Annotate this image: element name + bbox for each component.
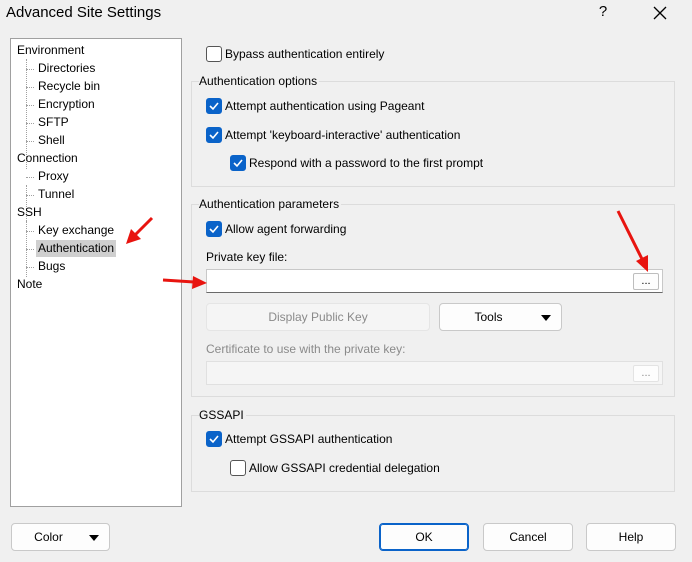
- checkmark-icon: [209, 435, 219, 444]
- window-title: Advanced Site Settings: [6, 4, 162, 21]
- agent-forwarding-label: Allow agent forwarding: [225, 222, 347, 236]
- tree-item-recycle-bin[interactable]: Recycle bin: [36, 78, 102, 95]
- close-icon: [653, 6, 667, 20]
- close-button[interactable]: [648, 2, 672, 24]
- tree-item-connection[interactable]: Connection: [17, 150, 78, 167]
- auth-options-title: Authentication options: [199, 73, 320, 89]
- bypass-auth-checkbox[interactable]: [206, 46, 222, 62]
- color-dropdown-button[interactable]: Color: [11, 523, 110, 551]
- help-label: Help: [618, 530, 644, 544]
- certificate-input: [206, 361, 663, 385]
- respond-password-label: Respond with a password to the first pro…: [249, 156, 484, 170]
- tree-item-encryption[interactable]: Encryption: [36, 96, 97, 113]
- tree-connector: [26, 105, 34, 106]
- tree-connector: [26, 141, 34, 142]
- tree-connector: [26, 231, 34, 232]
- tree-item-ssh[interactable]: SSH: [17, 204, 42, 221]
- gssapi-group: [191, 415, 675, 492]
- help-title-button[interactable]: ?: [592, 3, 614, 23]
- gssapi-attempt-label: Attempt GSSAPI authentication: [225, 432, 393, 446]
- checkmark-icon: [209, 131, 219, 140]
- auth-params-title: Authentication parameters: [199, 196, 342, 212]
- tree-item-directories[interactable]: Directories: [36, 60, 97, 77]
- tools-dropdown-button[interactable]: Tools: [439, 303, 562, 331]
- private-key-label: Private key file:: [206, 250, 288, 264]
- gssapi-delegation-checkbox[interactable]: [230, 460, 246, 476]
- private-key-browse-button[interactable]: ...: [633, 273, 659, 290]
- tree-item-sftp[interactable]: SFTP: [36, 114, 71, 131]
- private-key-input[interactable]: [206, 269, 663, 293]
- title-bar: Advanced Site Settings ?: [0, 0, 692, 26]
- ok-button[interactable]: OK: [379, 523, 469, 551]
- chevron-down-icon: [541, 315, 551, 321]
- keyboard-interactive-checkbox[interactable]: [206, 127, 222, 143]
- certificate-label: Certificate to use with the private key:: [206, 342, 406, 356]
- pageant-checkbox[interactable]: [206, 98, 222, 114]
- certificate-browse-button: ...: [633, 365, 659, 382]
- settings-tree[interactable]: Environment Directories Recycle bin Encr…: [10, 38, 182, 507]
- checkmark-icon: [209, 225, 219, 234]
- tree-connector: [26, 177, 34, 178]
- tree-item-proxy[interactable]: Proxy: [36, 168, 71, 185]
- tree-item-authentication[interactable]: Authentication: [36, 240, 117, 257]
- tree-item-environment[interactable]: Environment: [17, 42, 84, 59]
- tree-connector: [26, 267, 34, 268]
- tree-item-shell[interactable]: Shell: [36, 132, 67, 149]
- tree-connector: [26, 249, 34, 250]
- checkmark-icon: [209, 102, 219, 111]
- display-public-key-label: Display Public Key: [268, 310, 368, 324]
- color-label: Color: [34, 530, 63, 544]
- tree-connector: [26, 69, 34, 70]
- tree-item-note[interactable]: Note: [17, 276, 42, 293]
- gssapi-delegation-label: Allow GSSAPI credential delegation: [249, 461, 440, 475]
- cancel-label: Cancel: [509, 530, 547, 544]
- checkmark-icon: [233, 159, 243, 168]
- tree-item-key-exchange[interactable]: Key exchange: [36, 222, 116, 239]
- bypass-auth-label: Bypass authentication entirely: [225, 47, 385, 61]
- help-button[interactable]: Help: [586, 523, 676, 551]
- gssapi-attempt-checkbox[interactable]: [206, 431, 222, 447]
- keyboard-interactive-label: Attempt 'keyboard-interactive' authentic…: [225, 128, 461, 142]
- tree-connector: [26, 123, 34, 124]
- gssapi-title: GSSAPI: [199, 407, 246, 423]
- tree-item-bugs[interactable]: Bugs: [36, 258, 67, 275]
- respond-password-checkbox[interactable]: [230, 155, 246, 171]
- cancel-button[interactable]: Cancel: [483, 523, 573, 551]
- display-public-key-button: Display Public Key: [206, 303, 430, 331]
- tree-connector: [26, 87, 34, 88]
- tree-connector: [26, 195, 34, 196]
- pageant-label: Attempt authentication using Pageant: [225, 99, 425, 113]
- tree-item-tunnel[interactable]: Tunnel: [36, 186, 76, 203]
- chevron-down-icon: [89, 535, 99, 541]
- ok-label: OK: [415, 530, 433, 544]
- agent-forwarding-checkbox[interactable]: [206, 221, 222, 237]
- tools-label: Tools: [474, 310, 503, 324]
